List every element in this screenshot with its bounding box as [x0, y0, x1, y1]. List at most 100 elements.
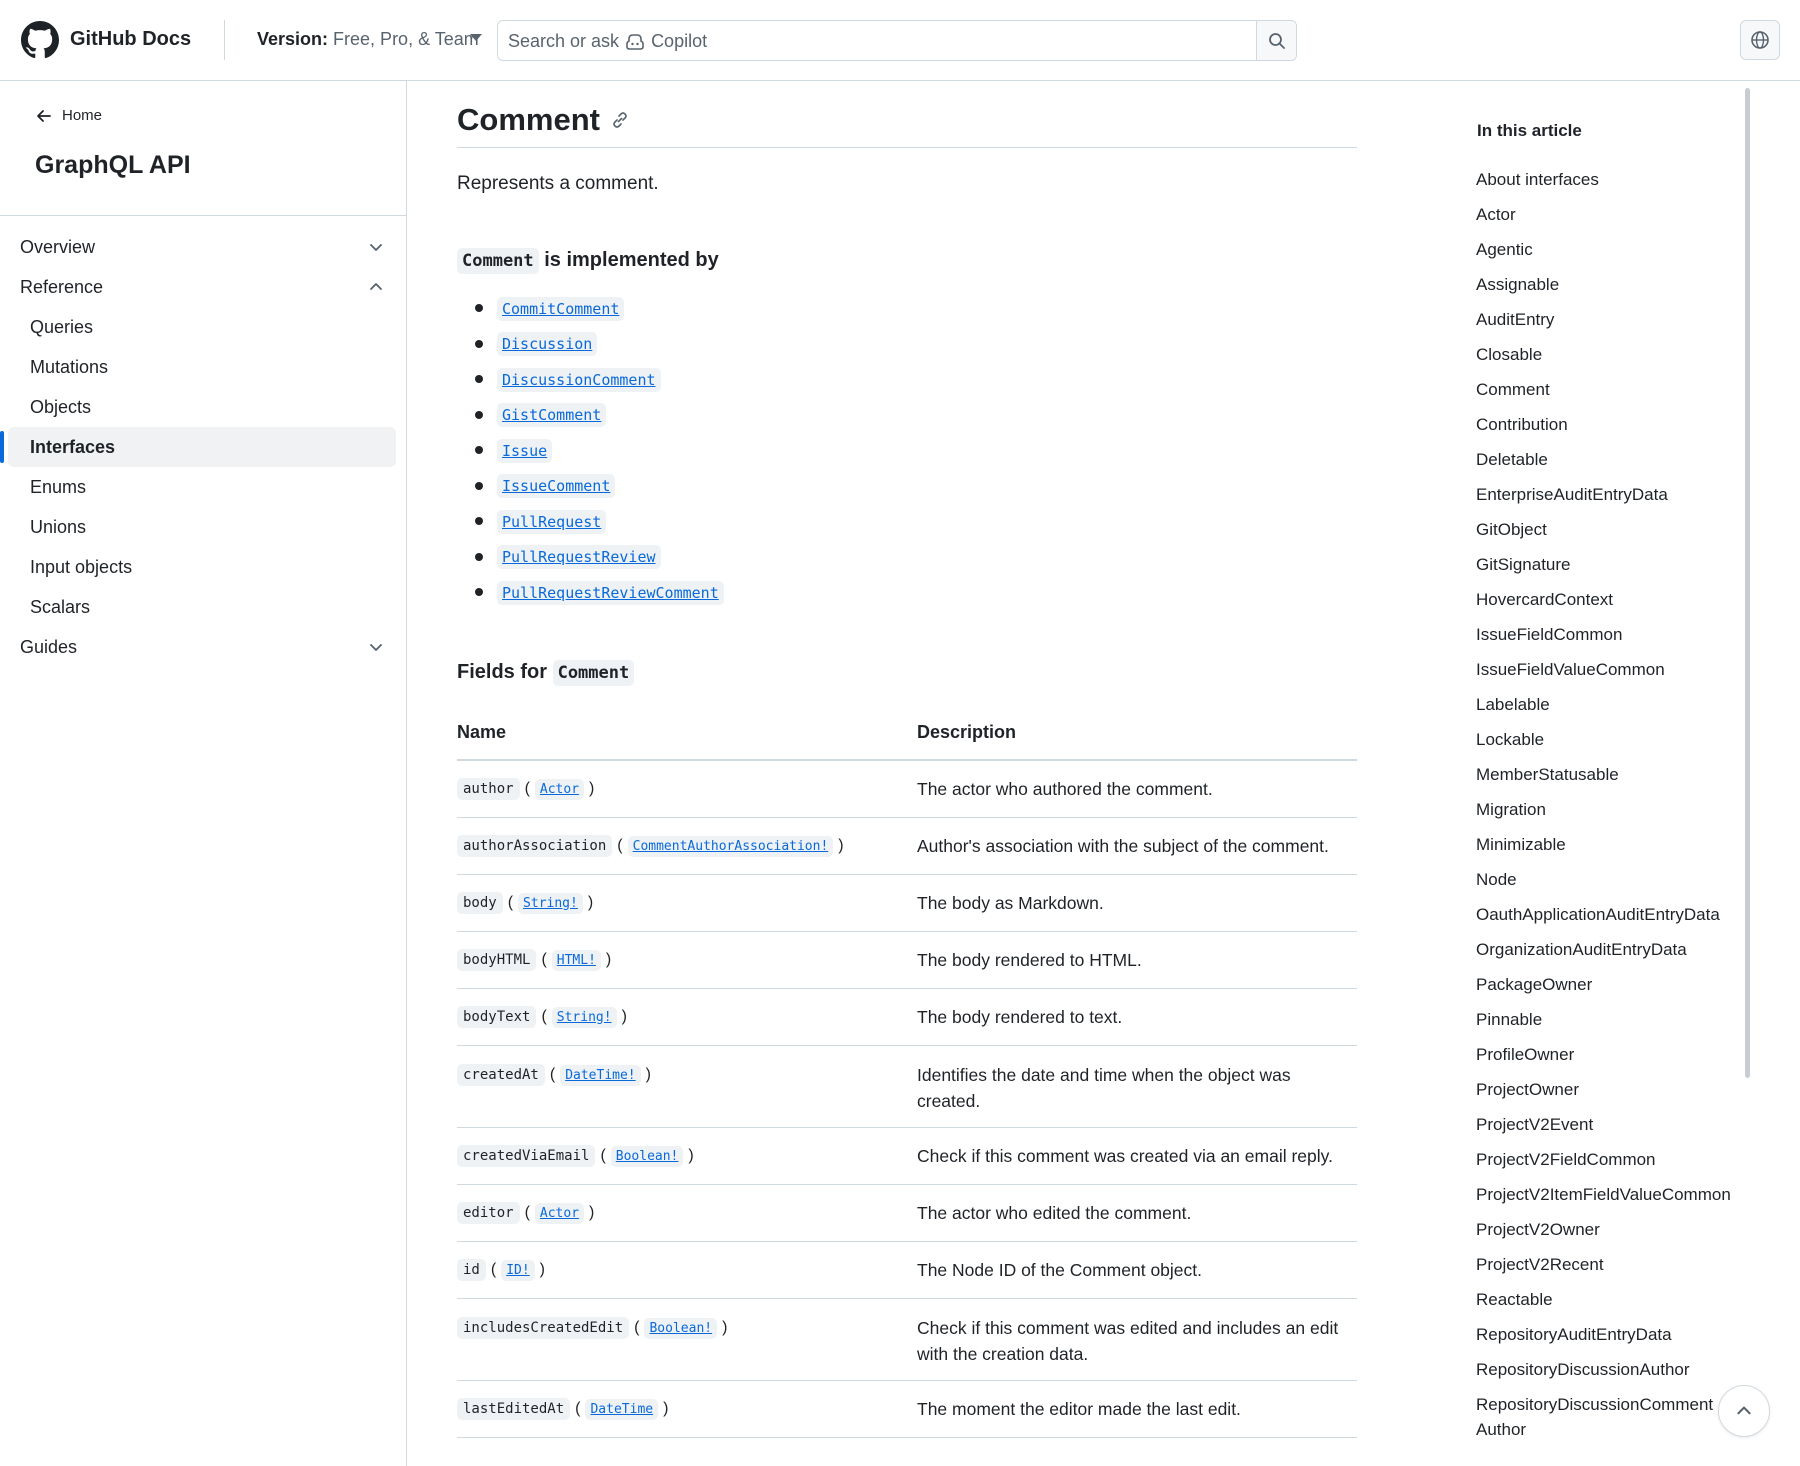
field-type-link[interactable]: Actor: [534, 1202, 585, 1224]
implementer-link[interactable]: DiscussionComment: [497, 367, 661, 392]
toc-item[interactable]: Lockable: [1476, 727, 1746, 762]
toc-item[interactable]: Comment: [1476, 377, 1746, 412]
toc-item[interactable]: Agentic: [1476, 237, 1746, 272]
sidebar-item-label: Interfaces: [30, 436, 116, 457]
toc-item[interactable]: MemberStatusable: [1476, 762, 1746, 797]
toc-item[interactable]: GitObject: [1476, 517, 1746, 552]
toc-item[interactable]: AuditEntry: [1476, 307, 1746, 342]
scroll-to-top-button[interactable]: [1718, 1385, 1770, 1437]
version-picker[interactable]: Version: Free, Pro, & Team: [257, 29, 479, 50]
home-link[interactable]: Home: [36, 107, 102, 124]
toc-item[interactable]: Pinnable: [1476, 1007, 1746, 1042]
field-type-link[interactable]: CommentAuthorAssociation!: [627, 835, 834, 857]
search-placeholder: Search or ask Copilot: [508, 31, 707, 52]
toc-item[interactable]: Actor: [1476, 202, 1746, 237]
implementer-link[interactable]: GistComment: [497, 403, 607, 428]
toc-scrollbar[interactable]: [1745, 88, 1750, 1078]
implementer-link[interactable]: Discussion: [497, 332, 598, 357]
implementer-link[interactable]: IssueComment: [497, 474, 616, 499]
field-description: Check if this comment was created via an…: [917, 1146, 1333, 1166]
sidebar-item-input-objects[interactable]: Input objects: [0, 547, 406, 587]
sidebar-item-scalars[interactable]: Scalars: [0, 587, 406, 627]
brand-name[interactable]: GitHub Docs: [70, 28, 191, 51]
search-button[interactable]: [1256, 21, 1296, 60]
implementer-link[interactable]: PullRequestReview: [497, 545, 661, 570]
toc-item[interactable]: Node: [1476, 867, 1746, 902]
toc-item[interactable]: ProjectOwner: [1476, 1077, 1746, 1112]
toc-item[interactable]: Closable: [1476, 342, 1746, 377]
toc-item[interactable]: OauthApplicationAuditEntryData: [1476, 902, 1746, 937]
toc-item[interactable]: GitSignature: [1476, 552, 1746, 587]
implementer-link[interactable]: CommitComment: [497, 296, 625, 321]
field-type-link[interactable]: Boolean!: [610, 1145, 684, 1167]
toc-item[interactable]: ProjectV2ItemFieldValueCommon: [1476, 1182, 1746, 1217]
sidebar-item-unions[interactable]: Unions: [0, 507, 406, 547]
list-item: PullRequest: [475, 504, 724, 540]
toc-item[interactable]: RepositoryDiscussionCommentAuthor: [1476, 1392, 1722, 1452]
sidebar-item-reference[interactable]: Reference: [0, 267, 406, 307]
field-type-link[interactable]: DateTime: [585, 1398, 659, 1420]
field-name: authorAssociation: [457, 835, 613, 857]
field-type-link[interactable]: DateTime!: [560, 1064, 641, 1086]
toc-item[interactable]: ProjectV2Event: [1476, 1112, 1746, 1147]
toc-item[interactable]: Deletable: [1476, 447, 1746, 482]
implementer-link[interactable]: Issue: [497, 438, 553, 463]
field-type-link[interactable]: String!: [551, 1006, 617, 1028]
toc-item[interactable]: Assignable: [1476, 272, 1746, 307]
toc-item[interactable]: Minimizable: [1476, 832, 1746, 867]
toc-item[interactable]: About interfaces: [1476, 167, 1746, 202]
list-item: GistComment: [475, 398, 724, 434]
caret-down-icon[interactable]: [470, 34, 482, 41]
chevron-up-icon: [1737, 1406, 1751, 1415]
field-type-link[interactable]: ID!: [501, 1259, 535, 1281]
column-header-description: Description: [917, 721, 1017, 742]
field-name-cell: authorAssociation(CommentAuthorAssociati…: [457, 835, 917, 857]
toc-item[interactable]: ProjectV2Recent: [1476, 1252, 1746, 1287]
toc-item[interactable]: IssueFieldValueCommon: [1476, 657, 1746, 692]
toc-item[interactable]: RepositoryAuditEntryData: [1476, 1322, 1746, 1357]
sidebar-item-guides[interactable]: Guides: [0, 627, 406, 667]
link-icon[interactable]: [610, 110, 630, 130]
field-description: The actor who authored the comment.: [917, 779, 1213, 799]
toc-item[interactable]: OrganizationAuditEntryData: [1476, 937, 1746, 972]
field-name-cell: includesCreatedEdit(Boolean!): [457, 1315, 917, 1339]
sidebar-item-enums[interactable]: Enums: [0, 467, 406, 507]
field-type-link[interactable]: String!: [518, 892, 583, 914]
intro-text: Represents a comment.: [457, 173, 659, 194]
sidebar-item-interfaces[interactable]: Interfaces: [0, 427, 396, 467]
toc-item[interactable]: IssueFieldCommon: [1476, 622, 1746, 657]
toc-item[interactable]: RepositoryDiscussionAuthor: [1476, 1357, 1746, 1392]
toc-item[interactable]: Reactable: [1476, 1287, 1746, 1322]
implementer-link[interactable]: PullRequest: [497, 509, 607, 534]
field-type-link[interactable]: Actor: [534, 778, 585, 800]
search-input[interactable]: Search or ask Copilot: [497, 20, 1297, 61]
sidebar-item-label: Queries: [30, 316, 94, 337]
toc-item[interactable]: Contribution: [1476, 412, 1746, 447]
toc-item[interactable]: ProfileOwner: [1476, 1042, 1746, 1077]
toc-item[interactable]: Migration: [1476, 797, 1746, 832]
sidebar-divider: [0, 215, 406, 216]
arrow-left-icon: [37, 109, 51, 122]
toc-item[interactable]: ProjectV2Owner: [1476, 1217, 1746, 1252]
field-description: The body as Markdown.: [917, 893, 1104, 913]
toc-item[interactable]: PackageOwner: [1476, 972, 1746, 1007]
sidebar-item-queries[interactable]: Queries: [0, 307, 406, 347]
language-button[interactable]: [1740, 20, 1780, 60]
sidebar-item-objects[interactable]: Objects: [0, 387, 406, 427]
implementer-link[interactable]: PullRequestReviewComment: [497, 580, 724, 605]
sidebar-item-overview[interactable]: Overview: [0, 227, 406, 267]
list-item: IssueComment: [475, 469, 724, 505]
toc-item[interactable]: ProjectV2FieldCommon: [1476, 1147, 1746, 1182]
list-item: DiscussionComment: [475, 362, 724, 398]
chevron-down-icon: [370, 644, 382, 651]
field-name: bodyText: [457, 1006, 537, 1028]
toc-item[interactable]: EnterpriseAuditEntryData: [1476, 482, 1746, 517]
toc-item[interactable]: Labelable: [1476, 692, 1746, 727]
sidebar-title[interactable]: GraphQL API: [35, 151, 191, 180]
toc-item[interactable]: HovercardContext: [1476, 587, 1746, 622]
field-type-link[interactable]: HTML!: [551, 949, 601, 971]
field-name-cell: bodyHTML(HTML!): [457, 949, 917, 971]
github-mark-icon[interactable]: [21, 21, 59, 59]
field-type-link[interactable]: Boolean!: [644, 1317, 718, 1339]
sidebar-item-mutations[interactable]: Mutations: [0, 347, 406, 387]
